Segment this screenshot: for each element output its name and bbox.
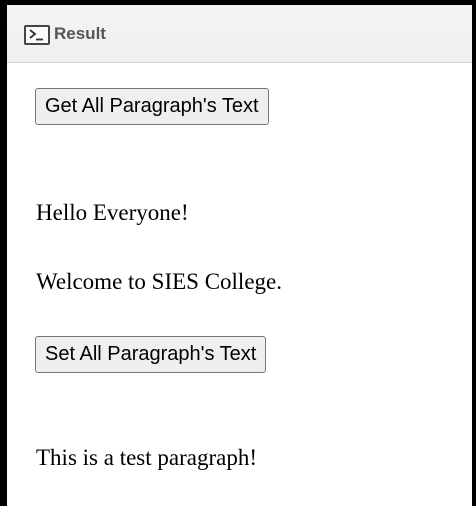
output-paragraph: This is a test paragraph! [36,445,257,470]
result-header: Result [7,5,472,63]
paragraph-welcome: Welcome to SIES College. [36,269,282,294]
set-all-paragraphs-button[interactable]: Set All Paragraph's Text [35,336,267,373]
terminal-icon [24,25,50,45]
result-title: Result [54,24,106,43]
result-panel: Result Get All Paragraph's Text Hello Ev… [0,0,476,506]
result-content: Get All Paragraph's Text Hello Everyone!… [7,63,472,506]
terminal-glyph [29,29,43,41]
get-all-paragraphs-button[interactable]: Get All Paragraph's Text [35,88,269,125]
paragraph-hello: Hello Everyone! [36,200,189,225]
